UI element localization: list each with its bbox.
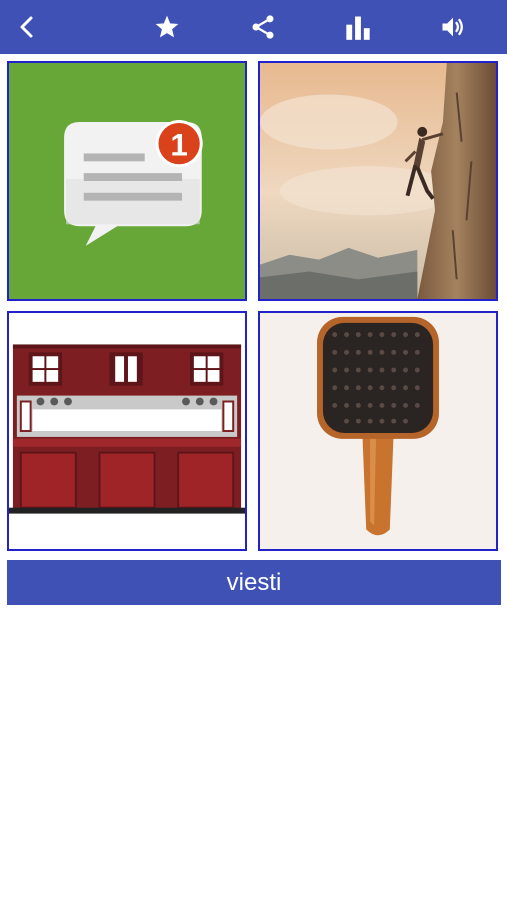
top-toolbar	[0, 0, 507, 54]
tile-message[interactable]: 1	[7, 61, 247, 301]
rock-climber-photo	[260, 63, 496, 299]
tile-hairbrush[interactable]	[258, 311, 498, 551]
chevron-left-icon	[20, 16, 33, 38]
share-button[interactable]	[236, 0, 290, 54]
back-button[interactable]	[0, 0, 54, 54]
building-facade-image	[9, 313, 245, 549]
stats-button[interactable]	[331, 0, 385, 54]
message-notification-icon: 1	[9, 63, 245, 299]
answer-label: viesti	[7, 560, 501, 605]
star-icon	[155, 15, 179, 38]
notification-badge: 1	[170, 127, 188, 162]
tile-climber[interactable]	[258, 61, 498, 301]
sound-button[interactable]	[426, 0, 480, 54]
share-icon	[252, 15, 274, 39]
volume-icon	[442, 17, 463, 37]
favorite-button[interactable]	[140, 0, 194, 54]
bar-chart-icon	[346, 16, 370, 40]
hairbrush-photo	[260, 313, 496, 549]
tile-building[interactable]	[7, 311, 247, 551]
